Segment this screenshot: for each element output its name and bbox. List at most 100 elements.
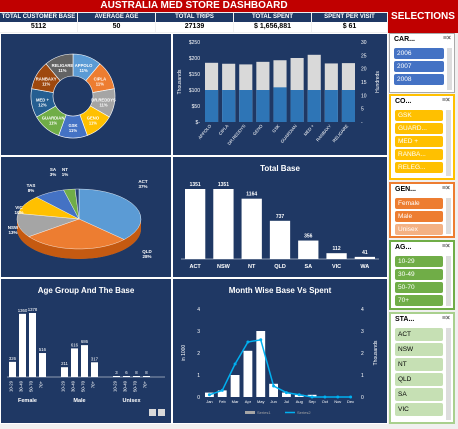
slicer-item[interactable]: MED +	[395, 136, 443, 147]
data-label: 1164	[246, 192, 257, 198]
collapse-button[interactable]	[149, 409, 156, 416]
band-label: 50-70	[81, 380, 86, 392]
trips-bar	[341, 90, 355, 122]
data-label: 317	[91, 356, 99, 361]
month-label: Jul	[284, 399, 289, 404]
pie-pct: 28%	[142, 254, 151, 259]
slicer-item[interactable]: Unisex	[395, 224, 443, 235]
clear-filter-icon[interactable]: ≡×	[442, 97, 450, 104]
y-tick-label: $50	[192, 104, 201, 110]
kpi-value: 27139	[156, 22, 233, 32]
slicer-scrollbar[interactable]	[446, 256, 451, 306]
slicer-item[interactable]: 2007	[394, 61, 444, 72]
slicer-item[interactable]: 2006	[394, 48, 444, 59]
donut-slice-pct: 11%	[42, 82, 50, 87]
slicer-item[interactable]: Female	[395, 198, 443, 209]
y2-axis-unit: Hundreds	[375, 71, 381, 93]
state-pie-panel: TAS 8% VIC 10% SA 3% NT 1% QLD 28% NSW 13% ACT 37%	[0, 156, 172, 278]
category-label: VIC	[332, 264, 341, 270]
slicer-item[interactable]: RELEG...	[395, 162, 443, 173]
donut-slice-pct: 12%	[38, 102, 47, 107]
data-label: 616	[71, 342, 79, 347]
slicer-scrollbar[interactable]	[447, 48, 452, 90]
category-label: SA	[304, 264, 312, 270]
band-label: 50-70	[133, 380, 138, 392]
slicer-scrollbar[interactable]	[446, 328, 451, 420]
trips-bar	[290, 90, 304, 122]
y-tick-label: $200	[189, 56, 200, 62]
slicer-item[interactable]: QLD	[395, 373, 443, 386]
band-label: 30-49	[71, 380, 76, 392]
month-label: Nov	[334, 399, 341, 404]
kpi-label: AVERAGE AGE	[78, 13, 155, 22]
y-tick-label: 2	[197, 351, 200, 357]
y-tick-label: $-	[196, 120, 201, 126]
legend-label: Series1	[257, 410, 271, 415]
spent-point	[349, 395, 353, 399]
slicer-car-header: CAR... ≡×	[390, 34, 454, 46]
y2-tick-label: 30	[361, 40, 367, 46]
clear-filter-icon[interactable]: ≡×	[443, 35, 451, 42]
slicer-item[interactable]: 50-70	[395, 282, 443, 293]
data-label: 1351	[218, 182, 229, 188]
clear-filter-icon[interactable]: ≡×	[442, 243, 450, 250]
total-base-bar	[269, 220, 291, 259]
pie-pct: 10%	[14, 210, 23, 215]
expand-button[interactable]	[158, 409, 165, 416]
slicer-scrollbar[interactable]	[446, 110, 451, 176]
category-label: NSW	[217, 264, 231, 270]
donut-slice-pct: 11%	[96, 82, 104, 87]
trips-bar	[273, 87, 287, 122]
slicer-item[interactable]: GUARD...	[395, 123, 443, 134]
trips-bar	[324, 90, 338, 122]
chart-title: Age Group And The Base	[38, 286, 135, 295]
age-bar	[9, 361, 16, 377]
slicer-item[interactable]: NSW	[395, 343, 443, 356]
band-label: 70+	[39, 381, 44, 389]
clear-filter-icon[interactable]: ≡×	[442, 185, 450, 192]
donut-slice-pct: 11%	[69, 128, 77, 133]
slicer-item[interactable]: 10-29	[395, 256, 443, 267]
month-label: Apr	[245, 399, 252, 404]
band-label: 10-29	[113, 380, 118, 392]
category-label: GSK	[271, 123, 281, 133]
trips-bar	[205, 90, 219, 122]
y2-tick-label: 4	[361, 307, 364, 313]
slicer-car-title: CAR...	[394, 36, 415, 43]
y2-tick-label: 5	[361, 107, 364, 113]
slicer-item[interactable]: GSK	[395, 110, 443, 121]
age-bar	[39, 353, 46, 377]
age-bar	[91, 362, 98, 377]
donut-slice-pct: 11%	[49, 121, 57, 126]
slicer-item[interactable]: 30-49	[395, 269, 443, 280]
month-label: Sep	[309, 399, 317, 404]
kpi-label: TOTAL SPENT	[234, 13, 311, 22]
month-label: May	[257, 399, 265, 404]
band-label: 30-49	[19, 380, 24, 392]
slicer-item[interactable]: 2008	[394, 74, 444, 85]
age-bar	[81, 345, 88, 377]
slicer-gen: GEN... ≡× Female Male Unisex	[389, 182, 455, 238]
y-tick-label: $150	[189, 72, 200, 78]
slicer-item[interactable]: Male	[395, 211, 443, 222]
slicer-item[interactable]: NT	[395, 358, 443, 371]
month-label: Jun	[270, 399, 276, 404]
data-label: 1351	[190, 182, 201, 188]
y2-tick-label: 25	[361, 53, 367, 59]
clear-filter-icon[interactable]: ≡×	[442, 315, 450, 322]
total-base-chart: Total Base 1351 ACT 1351 NSW 1164 NT 737 QLD 356 S…	[181, 164, 379, 270]
spent-point	[220, 388, 224, 392]
slicer-item[interactable]: RANBA...	[395, 149, 443, 160]
total-base-panel: Total Base 1351 ACT 1351 NSW 1164 NT 737 QLD 356 S…	[172, 156, 388, 278]
y-tick-label: 4	[197, 307, 200, 313]
total-base-bar	[185, 189, 206, 259]
slicer-scrollbar[interactable]	[446, 198, 451, 234]
y-tick-label: $250	[189, 40, 200, 46]
slicer-item[interactable]: ACT	[395, 328, 443, 341]
slicer-item[interactable]: SA	[395, 388, 443, 401]
age-bar	[19, 313, 26, 377]
data-label: 6	[125, 370, 128, 375]
slicer-item[interactable]: VIC	[395, 403, 443, 416]
base-bar	[230, 375, 240, 397]
slicer-item[interactable]: 70+	[395, 295, 443, 306]
